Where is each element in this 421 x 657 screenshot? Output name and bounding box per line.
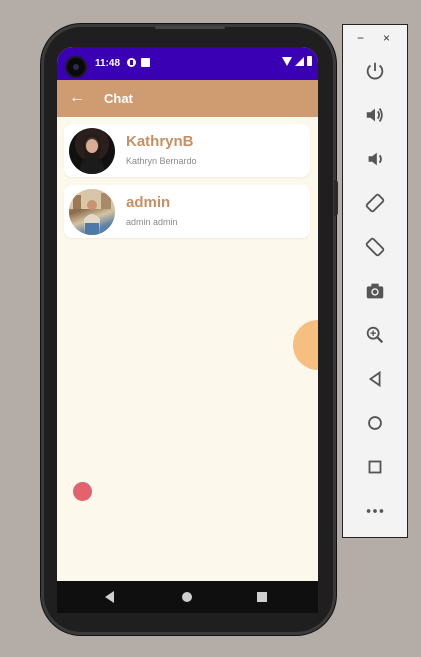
nav-home-icon[interactable] <box>182 592 192 602</box>
volume-down-icon[interactable] <box>362 146 388 172</box>
rotate-right-icon[interactable] <box>362 234 388 260</box>
nav-back-icon[interactable] <box>105 591 114 603</box>
chat-username: admin <box>126 194 171 211</box>
overview-icon[interactable] <box>362 454 388 480</box>
chat-list-item[interactable]: KathrynB Kathryn Bernardo <box>64 124 310 177</box>
avatar <box>69 128 115 174</box>
page-title: Chat <box>104 91 133 106</box>
emulator-panel: − × <box>342 24 408 538</box>
avatar <box>69 189 115 235</box>
front-camera <box>65 56 87 78</box>
volume-up-icon[interactable] <box>362 102 388 128</box>
status-icons <box>282 56 312 66</box>
signal-icon <box>295 56 304 66</box>
status-time: 11:48 <box>95 58 121 69</box>
decorative-circle <box>293 320 318 370</box>
wifi-icon <box>282 56 292 66</box>
rotate-left-icon[interactable] <box>362 190 388 216</box>
nav-recents-icon[interactable] <box>257 592 267 602</box>
sd-card-icon <box>141 58 150 67</box>
phone-screen: 11:48 ← Chat KathrynB Kathryn Bernardo a… <box>57 47 318 581</box>
phone-speaker <box>155 26 225 29</box>
battery-icon <box>307 56 312 66</box>
zoom-icon[interactable] <box>362 322 388 348</box>
chat-username: KathrynB <box>126 133 194 150</box>
system-nav-bar <box>57 581 318 613</box>
app-bar: ← Chat <box>57 80 318 117</box>
back-icon[interactable] <box>362 366 388 392</box>
chat-list-item[interactable]: admin admin admin <box>64 185 310 238</box>
chat-full-name: Kathryn Bernardo <box>126 156 197 166</box>
decorative-dot <box>73 482 92 501</box>
notification-icon <box>127 58 136 67</box>
power-icon[interactable] <box>362 58 388 84</box>
arrow-left-icon[interactable]: ← <box>67 88 87 108</box>
home-icon[interactable] <box>362 410 388 436</box>
phone-side-button <box>334 180 338 216</box>
minimize-button[interactable]: − <box>357 31 364 45</box>
close-button[interactable]: × <box>383 31 390 45</box>
camera-icon[interactable] <box>362 278 388 304</box>
chat-full-name: admin admin <box>126 217 178 227</box>
more-icon[interactable] <box>362 498 388 524</box>
status-bar: 11:48 <box>57 47 318 80</box>
